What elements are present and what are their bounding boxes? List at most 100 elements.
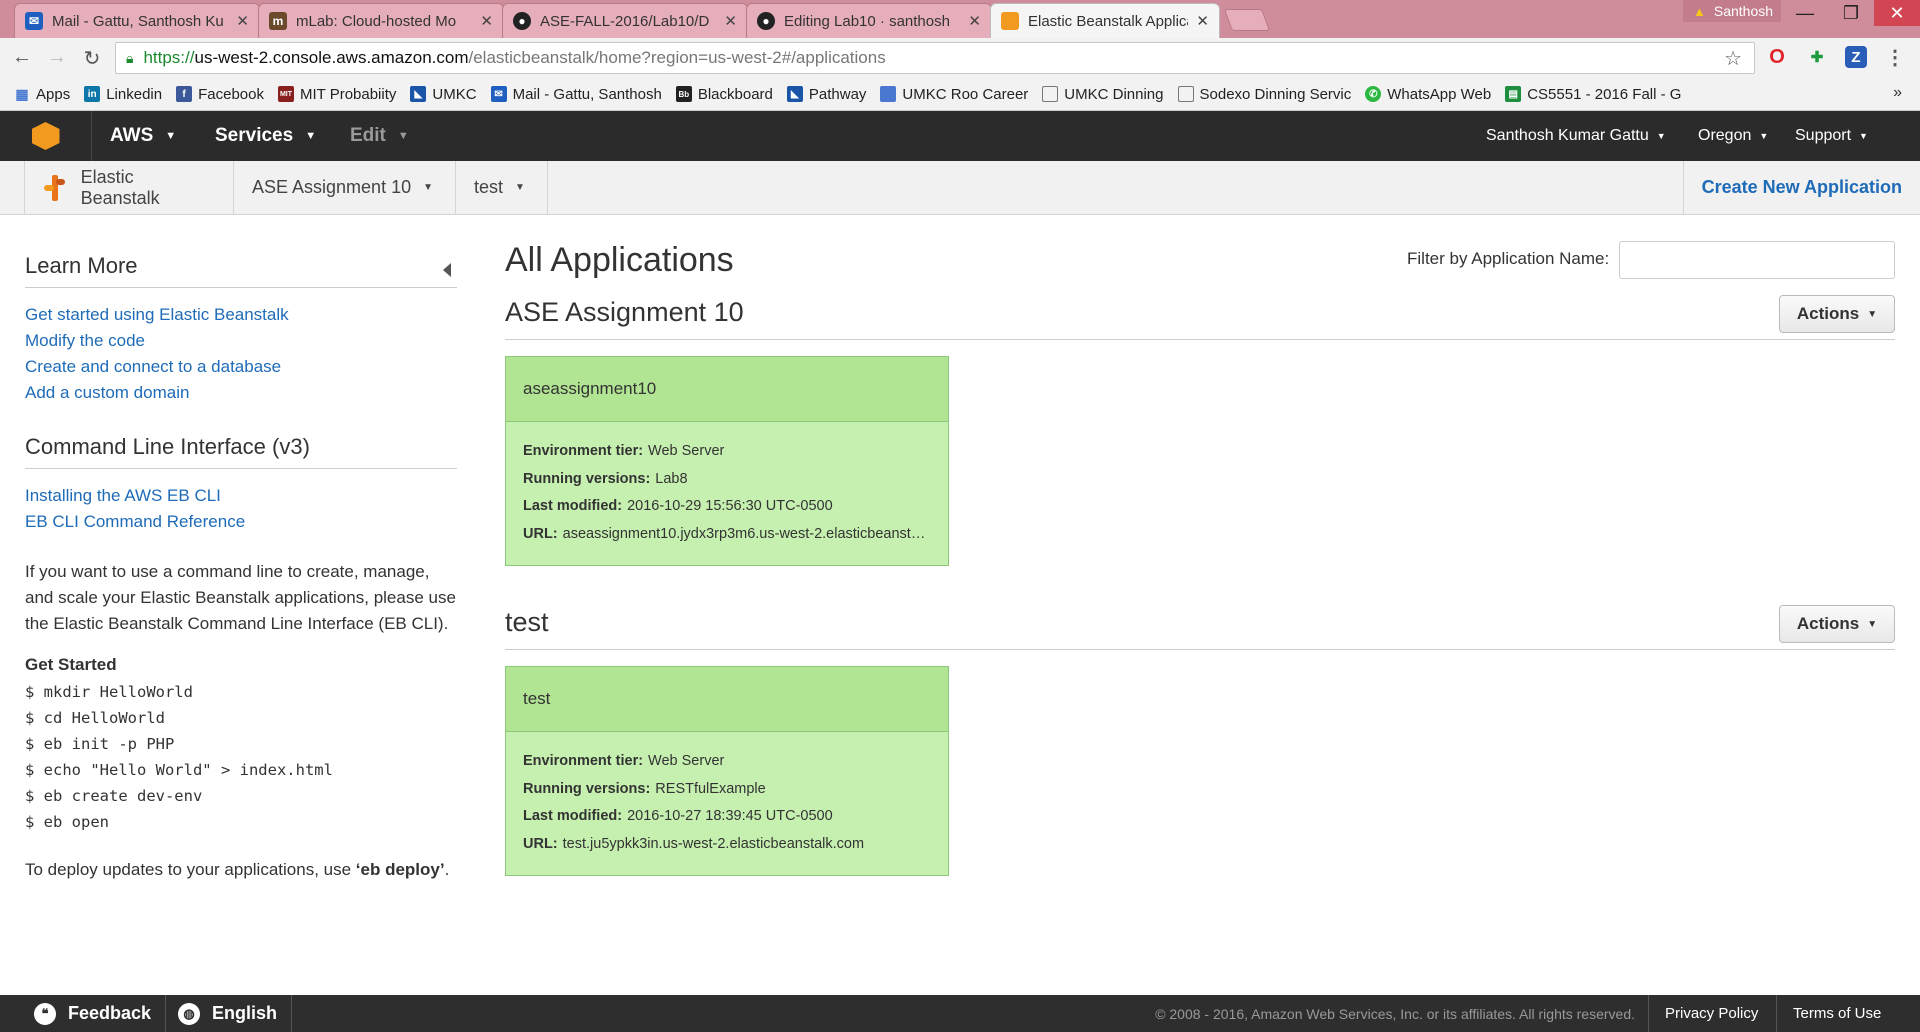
close-tab-icon[interactable]: ✕	[236, 12, 249, 30]
menu-icon[interactable]: ⋮	[1884, 46, 1906, 69]
close-tab-icon[interactable]: ✕	[724, 12, 737, 30]
caret-down-icon: ▼	[1759, 131, 1769, 141]
aws-cube-icon	[1001, 12, 1019, 30]
close-tab-icon[interactable]: ✕	[1196, 12, 1209, 30]
minimize-button[interactable]: —	[1782, 0, 1828, 26]
language-button[interactable]: ◍ English	[166, 995, 293, 1032]
env-tier-value: Web Server	[648, 443, 725, 459]
profile-button[interactable]: ▲ Santhosh	[1683, 0, 1781, 22]
bookmark-facebook[interactable]: f Facebook	[176, 86, 264, 103]
bookmark-cs5551[interactable]: ▤ CS5551 - 2016 Fall - G	[1505, 86, 1681, 103]
link-connect-database[interactable]: Create and connect to a database	[25, 354, 457, 380]
bookmark-whatsapp[interactable]: ✆ WhatsApp Web	[1365, 86, 1491, 103]
eb-home-link[interactable]: Elastic Beanstalk	[24, 161, 234, 214]
env-url-value[interactable]: test.ju5ypkk3in.us-west-2.elasticbeansta…	[563, 836, 864, 852]
edit-menu[interactable]: Edit ▼	[350, 111, 409, 161]
bookmark-star-icon[interactable]: ☆	[1724, 46, 1742, 71]
env-versions-row: Running versions: Lab8	[523, 466, 931, 494]
bookmark-label: MIT Probabiity	[299, 85, 397, 103]
bookmark-mail[interactable]: ✉ Mail - Gattu, Santhosh	[490, 86, 662, 103]
env-tier-label: Environment tier:	[523, 753, 644, 769]
url-scheme: https://	[143, 48, 195, 67]
user-menu[interactable]: Santhosh Kumar Gattu ▼	[1486, 111, 1666, 161]
environment-name[interactable]: aseassignment10	[506, 357, 948, 422]
caret-down-icon: ▼	[1867, 618, 1878, 630]
maximize-button[interactable]: ❐	[1828, 0, 1874, 26]
bookmark-label: UMKC Roo Career	[902, 85, 1029, 103]
create-new-application-link[interactable]: Create New Application	[1682, 161, 1920, 214]
close-window-button[interactable]: ✕	[1874, 0, 1920, 26]
command-line: $ echo "Hello World" > index.html	[25, 761, 333, 779]
environment-card[interactable]: test Environment tier: Web Server Running…	[505, 666, 949, 876]
extension-green-icon[interactable]: ✚	[1806, 46, 1828, 68]
browser-tab-strip: ✉ Mail - Gattu, Santhosh Ku ✕ m mLab: Cl…	[0, 0, 1920, 38]
bookmark-linkedin[interactable]: in Linkedin	[84, 86, 162, 103]
close-tab-icon[interactable]: ✕	[968, 12, 981, 30]
tab-title: Mail - Gattu, Santhosh Ku	[52, 12, 224, 30]
caret-down-icon: ▼	[165, 130, 177, 142]
opera-icon[interactable]: O	[1766, 46, 1788, 68]
new-tab-button[interactable]	[1223, 9, 1271, 31]
bookmark-umkc-dinning[interactable]: UMKC Dinning	[1042, 86, 1164, 103]
aws-menu[interactable]: AWS ▼	[110, 111, 176, 161]
env-versions-label: Running versions:	[523, 470, 651, 487]
learn-more-heading: Learn More	[25, 215, 457, 288]
privacy-policy-link[interactable]: Privacy Policy	[1648, 995, 1774, 1032]
back-arrow-icon[interactable]: ←	[10, 46, 34, 69]
address-bar[interactable]: 🔒︎ https://us-west-2.console.aws.amazon.…	[115, 42, 1755, 74]
bookmark-sodexo[interactable]: Sodexo Dinning Servic	[1177, 86, 1351, 103]
forward-arrow-icon[interactable]: →	[45, 46, 69, 69]
tab-title: Editing Lab10 · santhosh	[784, 12, 950, 30]
bookmarks-bar: ▦ Apps in Linkedin f Facebook MIT MIT Probab…	[0, 78, 1920, 111]
command-line: $ cd HelloWorld	[25, 709, 165, 727]
collapse-sidebar-icon[interactable]	[443, 263, 451, 277]
page-title: All Applications	[505, 241, 734, 279]
env-tier-row: Environment tier: Web Server	[523, 438, 931, 466]
bookmark-label: Linkedin	[106, 85, 163, 103]
deploy-note-text: To deploy updates to your applications, …	[25, 860, 356, 879]
bookmark-roo-career[interactable]: UMKC Roo Career	[880, 86, 1028, 103]
app-selector[interactable]: ASE Assignment 10 ▼	[234, 161, 456, 214]
region-menu[interactable]: Oregon ▼	[1698, 111, 1768, 161]
actions-button[interactable]: Actions ▼	[1779, 295, 1895, 333]
close-tab-icon[interactable]: ✕	[480, 12, 493, 30]
reload-icon[interactable]: ↻	[80, 46, 104, 71]
browser-tab-mail[interactable]: ✉ Mail - Gattu, Santhosh Ku ✕	[14, 3, 260, 38]
chevron-right-icon[interactable]: »	[1893, 84, 1902, 102]
bookmark-label: Blackboard	[697, 85, 773, 103]
browser-tab-elastic-beanstalk[interactable]: Elastic Beanstalk Applica ✕	[990, 3, 1220, 38]
bookmark-mit[interactable]: MIT MIT Probabiity	[277, 85, 397, 103]
terms-of-use-link[interactable]: Terms of Use	[1776, 995, 1897, 1032]
actions-button[interactable]: Actions ▼	[1779, 605, 1895, 643]
cli-commands: $ mkdir HelloWorld $ cd HelloWorld $ eb …	[25, 679, 457, 835]
support-menu[interactable]: Support ▼	[1795, 111, 1868, 161]
extension-z-icon[interactable]: Z	[1845, 46, 1867, 68]
env-selector[interactable]: test ▼	[456, 161, 548, 214]
link-eb-cli-reference[interactable]: EB CLI Command Reference	[25, 509, 457, 535]
environment-card[interactable]: aseassignment10 Environment tier: Web Ser…	[505, 356, 949, 566]
feedback-button[interactable]: ❝ Feedback	[22, 995, 167, 1032]
bookmark-apps[interactable]: ▦ Apps	[14, 86, 70, 103]
aws-logo[interactable]	[0, 111, 92, 161]
github-icon: ●	[513, 12, 531, 30]
bookmark-blackboard[interactable]: Bb Blackboard	[675, 85, 773, 103]
link-get-started[interactable]: Get started using Elastic Beanstalk	[25, 302, 457, 328]
caret-down-icon: ▼	[423, 182, 433, 193]
link-modify-code[interactable]: Modify the code	[25, 328, 457, 354]
browser-tab-github-lab10[interactable]: ● ASE-FALL-2016/Lab10/D ✕	[502, 3, 748, 38]
link-custom-domain[interactable]: Add a custom domain	[25, 380, 457, 406]
environment-name[interactable]: test	[506, 667, 948, 732]
lock-icon: 🔒︎	[126, 49, 134, 66]
env-url-value[interactable]: aseassignment10.jydx3rp3m6.us-west-2.ela…	[563, 526, 931, 542]
browser-tab-github-editing[interactable]: ● Editing Lab10 · santhosh ✕	[746, 3, 992, 38]
filter-application-input[interactable]	[1619, 241, 1895, 279]
services-menu[interactable]: Services ▼	[215, 111, 316, 161]
warning-icon: ▲	[1693, 3, 1706, 19]
command-line: $ eb create dev-env	[25, 787, 203, 805]
link-install-eb-cli[interactable]: Installing the AWS EB CLI	[25, 483, 457, 509]
bookmark-pathway[interactable]: ◣ Pathway	[786, 86, 866, 103]
browser-tab-mlab[interactable]: m mLab: Cloud-hosted Mo ✕	[258, 3, 504, 38]
env-modified-row: Last modified: 2016-10-29 15:56:30 UTC-05…	[523, 493, 931, 521]
edit-menu-label: Edit	[350, 125, 386, 146]
bookmark-umkc[interactable]: ◣ UMKC	[410, 86, 477, 103]
